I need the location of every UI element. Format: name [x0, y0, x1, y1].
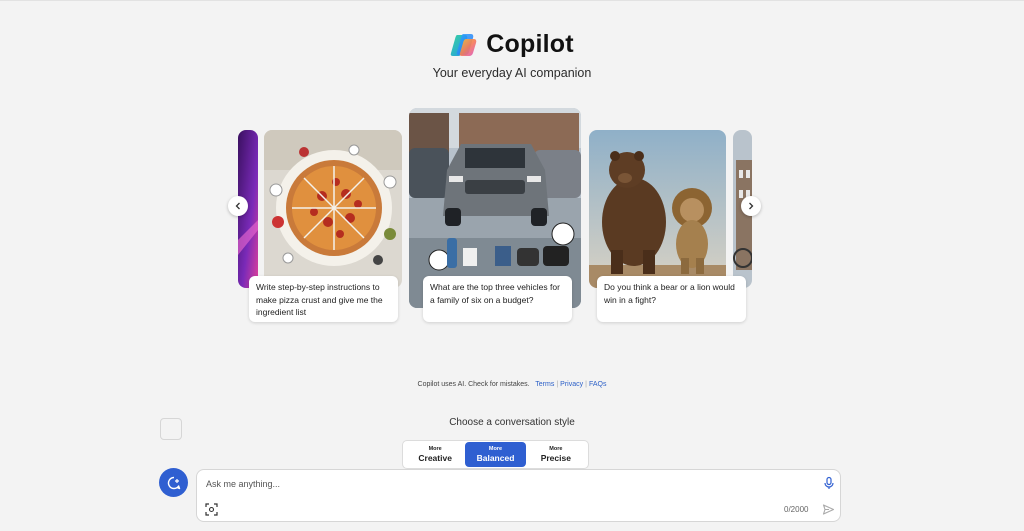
- brand: Copilot: [0, 30, 1024, 59]
- microphone-icon[interactable]: [822, 476, 836, 490]
- send-icon[interactable]: [822, 503, 835, 516]
- bear-lion-image: [589, 130, 726, 288]
- chevron-right-icon: [749, 202, 754, 210]
- pizza-image: [264, 130, 402, 288]
- carousel-prev-button[interactable]: [228, 196, 248, 216]
- app-title: Copilot: [486, 30, 574, 58]
- caption-text: Do you think a bear or a lion would win …: [604, 282, 735, 305]
- new-topic-icon: [167, 476, 180, 489]
- style-name-label: Balanced: [476, 452, 515, 463]
- privacy-link[interactable]: Privacy: [560, 381, 583, 388]
- caption-text: What are the top three vehicles for a fa…: [430, 282, 560, 305]
- chat-input[interactable]: [206, 476, 806, 492]
- style-more-label: More: [488, 445, 503, 452]
- caption-text: Write step-by-step instructions to make …: [256, 282, 383, 317]
- conversation-style-selector: More Creative More Balanced More Precise: [402, 440, 589, 469]
- terms-link[interactable]: Terms: [535, 381, 554, 388]
- faqs-link[interactable]: FAQs: [589, 381, 607, 388]
- card-caption-vehicles[interactable]: What are the top three vehicles for a fa…: [423, 276, 572, 322]
- style-precise-button[interactable]: More Precise: [526, 442, 586, 467]
- top-divider: [0, 0, 1024, 1]
- suggestion-card-pizza[interactable]: [264, 130, 402, 288]
- style-name-label: Creative: [418, 452, 452, 463]
- suggestion-card-bear-lion[interactable]: [589, 130, 726, 288]
- notice-text: Copilot uses AI. Check for mistakes.: [417, 381, 530, 388]
- style-balanced-button[interactable]: More Balanced: [465, 442, 526, 467]
- ai-notice: Copilot uses AI. Check for mistakes. Ter…: [417, 381, 607, 388]
- new-topic-button[interactable]: [159, 468, 188, 497]
- conversation-style-heading: Choose a conversation style: [449, 417, 575, 428]
- style-creative-button[interactable]: More Creative: [405, 442, 465, 467]
- suggestion-carousel: Write step-by-step instructions to make …: [238, 108, 752, 328]
- style-more-label: More: [428, 445, 442, 452]
- style-more-label: More: [549, 445, 563, 452]
- card-caption-bear-lion[interactable]: Do you think a bear or a lion would win …: [597, 276, 746, 322]
- card-caption-pizza[interactable]: Write step-by-step instructions to make …: [249, 276, 398, 322]
- chat-composer: 0/2000: [196, 469, 841, 522]
- style-name-label: Precise: [540, 452, 571, 463]
- image-capture-icon[interactable]: [205, 503, 218, 516]
- tagline: Your everyday AI companion: [432, 66, 592, 80]
- chevron-left-icon: [235, 202, 240, 210]
- copilot-logo: [451, 33, 477, 56]
- character-counter: 0/2000: [784, 505, 809, 514]
- carousel-next-button[interactable]: [741, 196, 761, 216]
